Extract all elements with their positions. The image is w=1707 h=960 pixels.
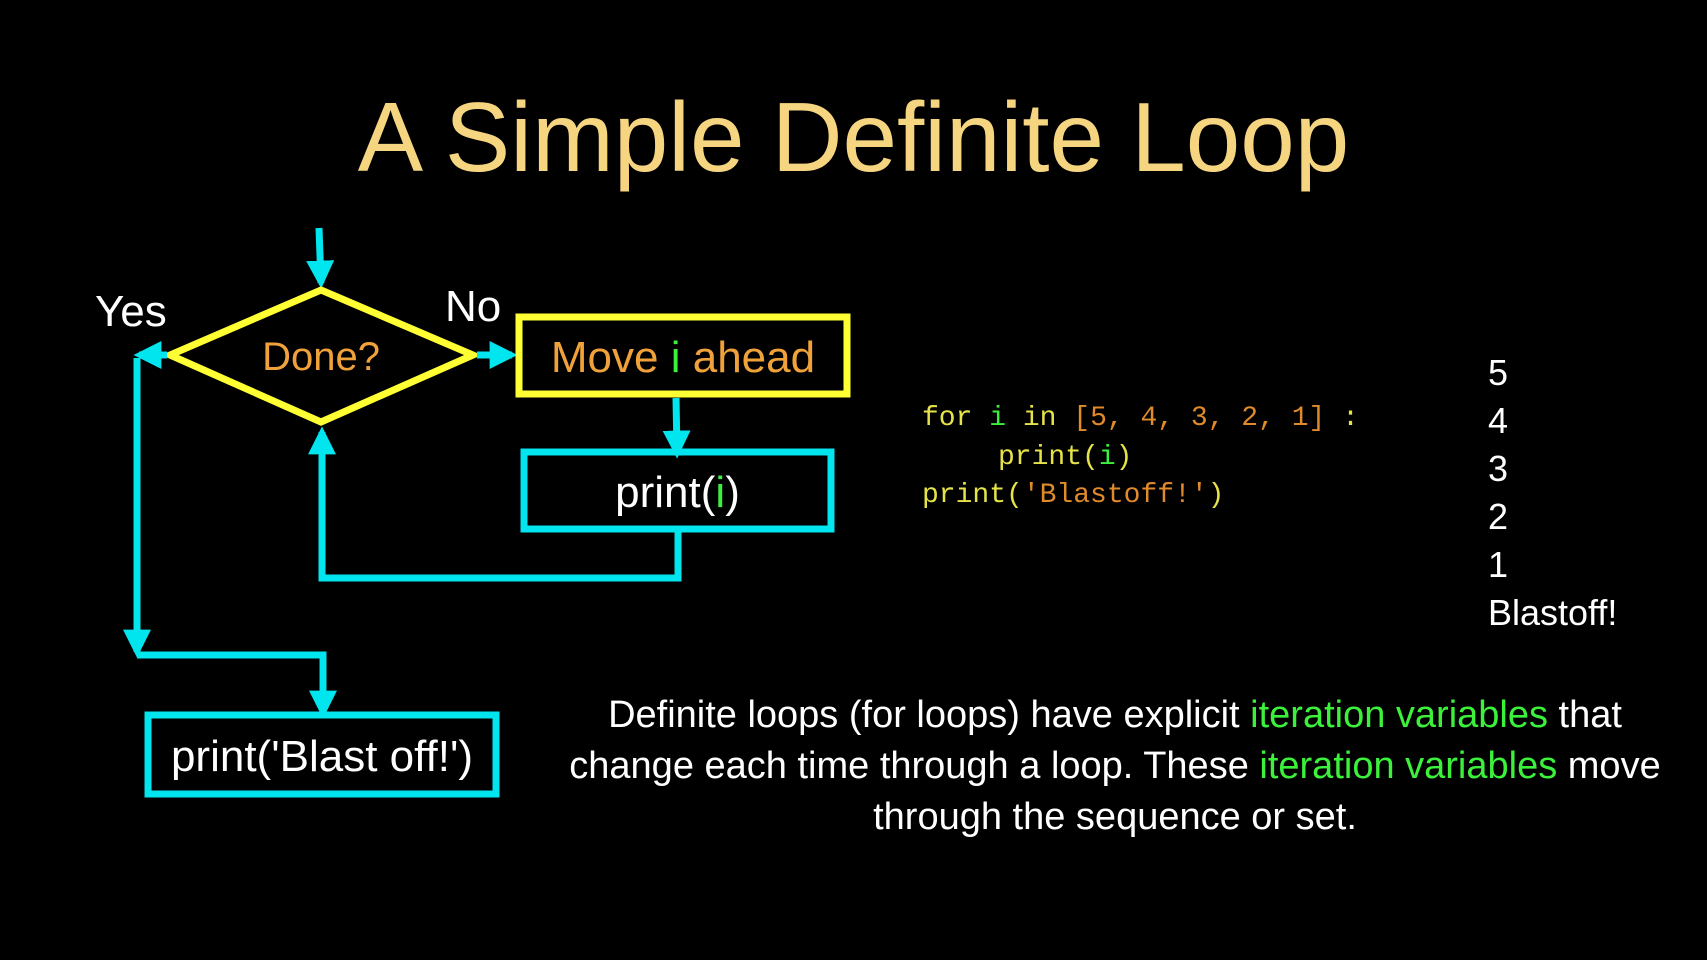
code-line-1: for i in [5, 4, 3, 2, 1] : [922, 405, 1359, 433]
yes-label: Yes [95, 287, 167, 336]
para-highlight-2: iteration variables [1259, 745, 1558, 787]
code-paren-open-2: ( [1006, 480, 1023, 511]
code-colon: : [1342, 403, 1359, 434]
code-print-fn-2: print [922, 480, 1007, 511]
explanation-paragraph: Definite loops (for loops) have explicit… [545, 690, 1685, 843]
output-line-5: 1 [1488, 544, 1509, 585]
blast-off-label: print('Blast off!') [170, 732, 474, 781]
yes-to-blast-line [137, 651, 337, 719]
code-line-3: print('Blastoff!') [922, 482, 1224, 510]
move-var: i [670, 333, 681, 382]
output-line-3: 3 [1488, 448, 1509, 489]
decision-label: Done? [262, 335, 380, 379]
code-paren-open: ( [1082, 442, 1099, 473]
para-highlight-1: iteration variables [1250, 694, 1548, 736]
code-string: 'Blastoff!' [1022, 480, 1208, 511]
code-paren-close-2: ) [1207, 480, 1225, 511]
print-i-var: i [715, 468, 726, 517]
move-text: Move [550, 333, 671, 382]
move-text-end: ahead [680, 333, 816, 382]
kw-in: in [1022, 403, 1057, 434]
move-ahead-label: Move i ahead [519, 336, 847, 380]
code-line-2: print(i) [998, 444, 1132, 472]
code-print-var: i [1098, 442, 1116, 473]
code-list: [5, 4, 3, 2, 1] [1073, 403, 1326, 434]
code-print-fn: print [998, 442, 1083, 473]
code-paren-close: ) [1115, 442, 1133, 473]
kw-for: for [922, 403, 973, 434]
move-to-print-arrow [662, 397, 691, 459]
print-i-open: print( [615, 468, 716, 517]
no-label: No [445, 282, 502, 331]
print-i-close: ) [725, 468, 740, 517]
output-line-2: 4 [1488, 400, 1509, 441]
output-line-4: 2 [1488, 496, 1509, 537]
output-line-6: Blastoff! [1488, 592, 1618, 633]
entry-arrow [306, 227, 335, 289]
para-text-1: Definite loops (for loops) have explicit [608, 694, 1251, 736]
output-line-1: 5 [1488, 352, 1509, 393]
code-var-i: i [989, 403, 1007, 434]
print-i-label: print(i) [524, 471, 831, 515]
